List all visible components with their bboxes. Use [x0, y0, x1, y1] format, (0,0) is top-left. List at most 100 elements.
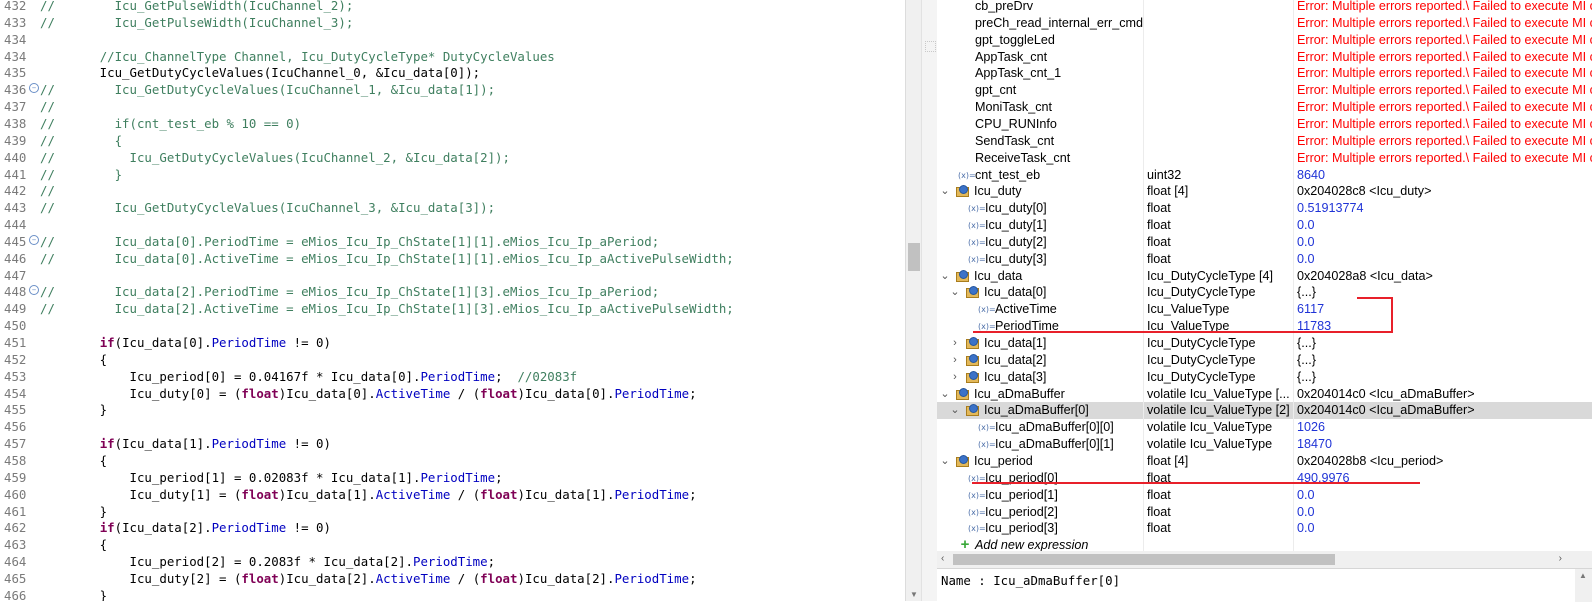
expression-error-value[interactable]: Error: Multiple errors reported.\ Failed…	[1297, 15, 1592, 32]
expression-row[interactable]: › Icu_data[3] Icu_DutyCycleType {...}	[937, 369, 1592, 386]
code-line[interactable]: 440 // Icu_GetDutyCycleValues(IcuChannel_…	[0, 149, 905, 166]
expression-error-value[interactable]: Error: Multiple errors reported.\ Failed…	[1297, 150, 1592, 167]
add-icon[interactable]: +	[959, 537, 971, 552]
code-line[interactable]: 455 }	[0, 401, 905, 418]
expression-row[interactable]: (x)= Icu_aDmaBuffer[0][1] volatile Icu_Val…	[937, 436, 1592, 453]
expression-row[interactable]: gpt_cnt Error: Multiple errors reported.\…	[937, 82, 1592, 99]
expression-name-cell[interactable]: (x)= Icu_period[1]	[937, 487, 1143, 504]
expression-name-cell[interactable]: (x)= Icu_period[0]	[937, 470, 1143, 487]
expression-name-cell[interactable]: (x)= Icu_duty[3]	[937, 251, 1143, 268]
code-line[interactable]: 432 // Icu_GetPulseWidth(IcuChannel_2);	[0, 0, 905, 14]
expression-value-cell[interactable]: 6117	[1297, 301, 1592, 318]
expression-value-cell[interactable]: 8640	[1297, 167, 1592, 184]
code-line[interactable]: 448−// Icu_data[2].PeriodTime = eMios_Ic…	[0, 283, 905, 300]
expression-row[interactable]: (x)= Icu_duty[3] float 0.0	[937, 251, 1592, 268]
expression-row[interactable]: ⌄ Icu_data Icu_DutyCycleType [4] 0x204028a8…	[937, 268, 1592, 285]
expression-row[interactable]: (x)= cnt_test_eb uint32 8640	[937, 167, 1592, 184]
code-line[interactable]: 465 Icu_duty[2] = (float)Icu_data[2].Act…	[0, 570, 905, 587]
expression-error-value[interactable]: Error: Multiple errors reported.\ Failed…	[1297, 82, 1592, 99]
code-line[interactable]: 461 }	[0, 503, 905, 520]
editor-scroll-thumb[interactable]	[908, 243, 920, 271]
expression-value-cell[interactable]: 0x204028a8 <Icu_data>	[1297, 268, 1592, 285]
expression-name-cell[interactable]: cb_preDrv	[937, 0, 1143, 15]
expression-row[interactable]: (x)= Icu_duty[2] float 0.0	[937, 234, 1592, 251]
code-line[interactable]: 454 Icu_duty[0] = (float)Icu_data[0].Act…	[0, 385, 905, 402]
code-line[interactable]: 434	[0, 31, 905, 48]
expression-name-cell[interactable]: AppTask_cnt_1	[937, 65, 1143, 82]
code-line[interactable]: 462 if(Icu_data[2].PeriodTime != 0)	[0, 519, 905, 536]
code-line[interactable]: 463 {	[0, 536, 905, 553]
expressions-horizontal-scrollbar[interactable]: ‹ ›	[937, 551, 1592, 568]
code-line[interactable]: 434 //Icu_ChannelType Channel, Icu_DutyC…	[0, 48, 905, 65]
expression-name-cell[interactable]: (x)= Icu_duty[1]	[937, 217, 1143, 234]
expression-error-value[interactable]: Error: Multiple errors reported.\ Failed…	[1297, 0, 1592, 15]
code-line[interactable]: 466 }	[0, 587, 905, 601]
expression-name-cell[interactable]: ⌄ Icu_data[0]	[937, 284, 1143, 301]
scroll-right-icon[interactable]: ›	[1559, 553, 1562, 564]
code-line[interactable]: 456	[0, 418, 905, 435]
expression-name-cell[interactable]: (x)= ActiveTime	[937, 301, 1143, 318]
code-line[interactable]: 458 {	[0, 452, 905, 469]
expression-error-value[interactable]: Error: Multiple errors reported.\ Failed…	[1297, 49, 1592, 66]
expression-row[interactable]: (x)= Icu_period[2] float 0.0	[937, 504, 1592, 521]
expression-name-cell[interactable]: preCh_read_internal_err_cmd	[937, 15, 1143, 32]
expression-value-cell[interactable]: {...}	[1297, 284, 1592, 301]
expression-value-cell[interactable]: 0.0	[1297, 504, 1592, 521]
expression-value-cell[interactable]: 0x204028c8 <Icu_duty>	[1297, 183, 1592, 200]
chevron-down-icon[interactable]: ⌄	[950, 402, 960, 419]
expression-error-value[interactable]: Error: Multiple errors reported.\ Failed…	[1297, 133, 1592, 150]
chevron-down-icon[interactable]: ⌄	[940, 386, 950, 403]
expression-row[interactable]: gpt_toggleLed Error: Multiple errors repo…	[937, 32, 1592, 49]
expression-value-cell[interactable]: 0.0	[1297, 217, 1592, 234]
chevron-right-icon[interactable]: ›	[950, 352, 960, 369]
code-line[interactable]: 446 // Icu_data[0].ActiveTime = eMios_Icu…	[0, 250, 905, 267]
expression-name-cell[interactable]: (x)= Icu_aDmaBuffer[0][1]	[937, 436, 1143, 453]
code-line[interactable]: 443 // Icu_GetDutyCycleValues(IcuChannel_…	[0, 199, 905, 216]
code-line[interactable]: 447	[0, 267, 905, 284]
expression-row[interactable]: (x)= Icu_aDmaBuffer[0][0] volatile Icu_Val…	[937, 419, 1592, 436]
code-line[interactable]: 438 // if(cnt_test_eb % 10 == 0)	[0, 115, 905, 132]
code-line[interactable]: 442 //	[0, 182, 905, 199]
code-line[interactable]: 435 Icu_GetDutyCycleValues(IcuChannel_0,…	[0, 64, 905, 81]
expression-name-cell[interactable]: ⌄ Icu_data	[937, 268, 1143, 285]
code-line[interactable]: 459 Icu_period[1] = 0.02083f * Icu_data[…	[0, 469, 905, 486]
expression-row[interactable]: ⌄ Icu_data[0] Icu_DutyCycleType {...}	[937, 284, 1592, 301]
expression-value-cell[interactable]: {...}	[1297, 352, 1592, 369]
code-line[interactable]: 439 // {	[0, 132, 905, 149]
expression-value-cell[interactable]: 0.0	[1297, 520, 1592, 537]
expression-name-cell[interactable]: (x)= Icu_duty[2]	[937, 234, 1143, 251]
expression-row[interactable]: ⌄ Icu_duty float [4] 0x204028c8 <Icu_duty>	[937, 183, 1592, 200]
expression-value-cell[interactable]: 1026	[1297, 419, 1592, 436]
fold-toggle-icon[interactable]: −	[29, 234, 39, 245]
expression-row[interactable]: (x)= Icu_duty[0] float 0.51913774	[937, 200, 1592, 217]
code-line[interactable]: 437 //	[0, 98, 905, 115]
expression-error-value[interactable]: Error: Multiple errors reported.\ Failed…	[1297, 116, 1592, 133]
expression-name-cell[interactable]: › Icu_data[1]	[937, 335, 1143, 352]
code-line[interactable]: 450	[0, 317, 905, 334]
expression-value-cell[interactable]: 18470	[1297, 436, 1592, 453]
expression-name-cell[interactable]: › Icu_data[2]	[937, 352, 1143, 369]
details-pane[interactable]: Name : Icu_aDmaBuffer[0] ▲	[937, 568, 1592, 602]
expressions-scroll-thumb[interactable]	[953, 554, 1335, 565]
expression-value-cell[interactable]: 0.0	[1297, 234, 1592, 251]
expression-name-cell[interactable]: (x)= Icu_period[2]	[937, 504, 1143, 521]
expression-name-cell[interactable]: (x)= Icu_period[3]	[937, 520, 1143, 537]
column-divider[interactable]	[1143, 0, 1144, 551]
expression-row[interactable]: (x)= Icu_duty[1] float 0.0	[937, 217, 1592, 234]
code-line[interactable]: 453 Icu_period[0] = 0.04167f * Icu_data[…	[0, 368, 905, 385]
expression-name-cell[interactable]: AppTask_cnt	[937, 49, 1143, 66]
code-line[interactable]: 444	[0, 216, 905, 233]
expression-name-cell[interactable]: ⌄ Icu_aDmaBuffer	[937, 386, 1143, 403]
expression-error-value[interactable]: Error: Multiple errors reported.\ Failed…	[1297, 32, 1592, 49]
expression-error-value[interactable]: Error: Multiple errors reported.\ Failed…	[1297, 99, 1592, 116]
expression-value-cell[interactable]: {...}	[1297, 369, 1592, 386]
editor-vertical-scrollbar[interactable]: ▼	[905, 0, 922, 601]
expression-row[interactable]: ⌄ Icu_aDmaBuffer volatile Icu_ValueType [.…	[937, 386, 1592, 403]
expression-row[interactable]: › Icu_data[1] Icu_DutyCycleType {...}	[937, 335, 1592, 352]
expression-value-cell[interactable]: 0x204014c0 <Icu_aDmaBuffer>	[1297, 386, 1592, 403]
expression-row[interactable]: (x)= Icu_period[1] float 0.0	[937, 487, 1592, 504]
expression-name-cell[interactable]: ReceiveTask_cnt	[937, 150, 1143, 167]
expression-name-cell[interactable]: ⌄ Icu_aDmaBuffer[0]	[937, 402, 1143, 419]
expression-name-cell[interactable]: ⌄ Icu_duty	[937, 183, 1143, 200]
expression-row[interactable]: AppTask_cnt_1 Error: Multiple errors repo…	[937, 65, 1592, 82]
